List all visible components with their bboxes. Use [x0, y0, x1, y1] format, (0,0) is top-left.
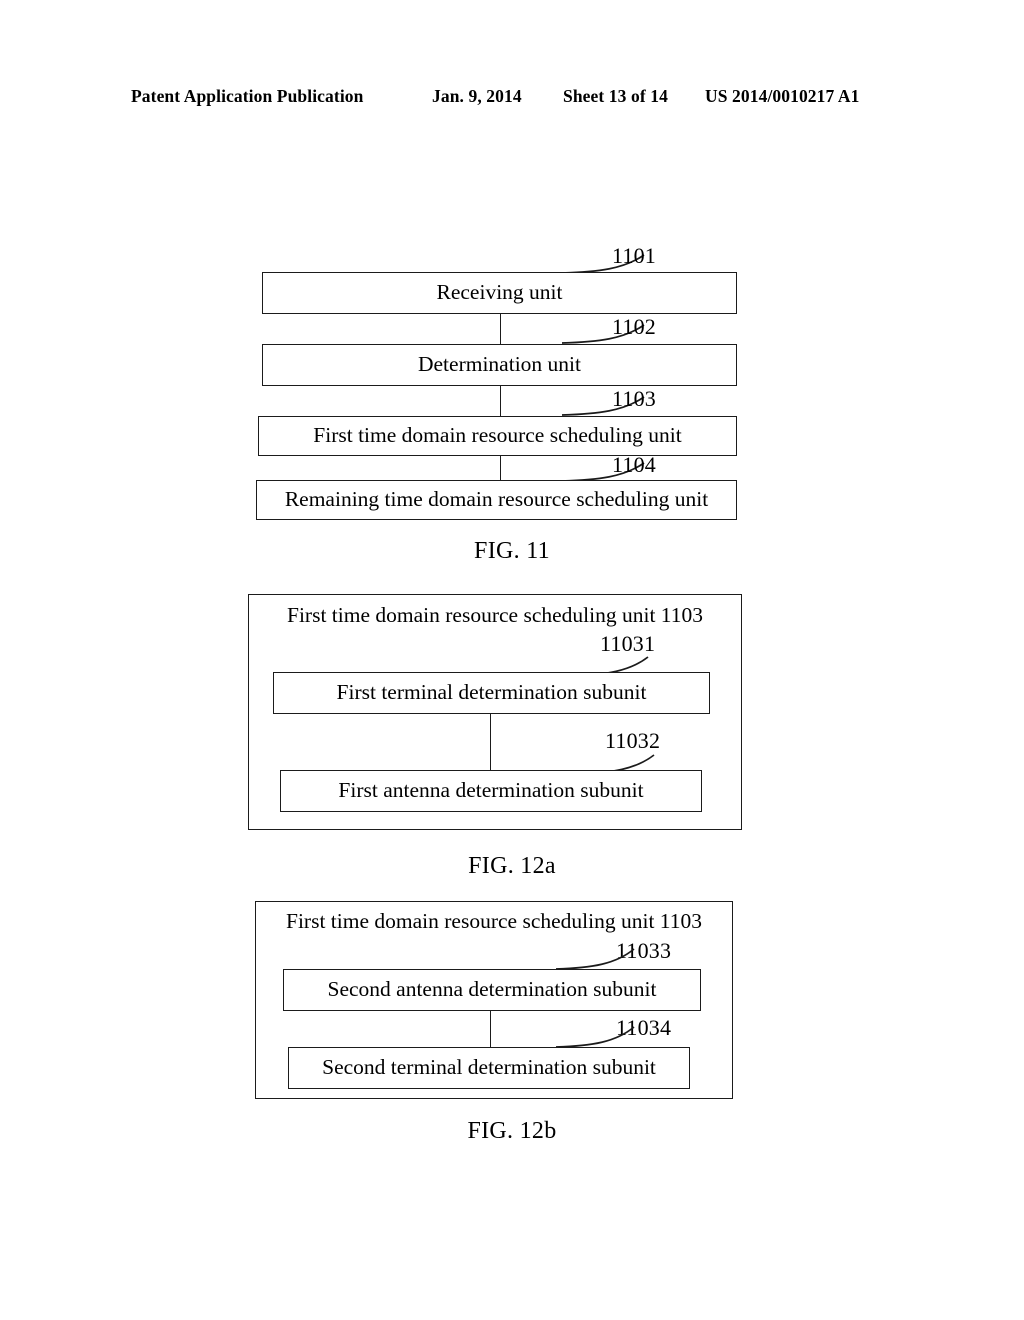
block-first-terminal-determination-subunit: First terminal determination subunit — [273, 672, 710, 714]
connector-1102-1103 — [500, 386, 501, 416]
figure-caption-12b: FIG. 12b — [467, 1118, 557, 1144]
connector-11031-11032 — [490, 714, 491, 770]
connector-11033-11034 — [490, 1011, 491, 1048]
block-label: Second antenna determination subunit — [327, 977, 657, 1002]
connector-1101-1102 — [500, 314, 501, 344]
block-first-time-domain-resource-scheduling-unit: First time domain resource scheduling un… — [258, 416, 737, 456]
figure-12b: First time domain resource scheduling un… — [0, 0, 1024, 1144]
block-second-terminal-determination-subunit: Second terminal determination subunit — [288, 1047, 690, 1089]
ref-number-11031: 11031 — [600, 631, 656, 656]
ref-number-11034: 11034 — [616, 1015, 672, 1040]
ref-number-1103: 1103 — [612, 386, 656, 411]
connector-1103-1104 — [500, 456, 501, 480]
block-label: First antenna determination subunit — [338, 778, 644, 803]
block-label: Remaining time domain resource schedulin… — [284, 487, 709, 512]
container-title: First time domain resource scheduling un… — [287, 603, 703, 627]
block-second-antenna-determination-subunit: Second antenna determination subunit — [283, 969, 701, 1011]
container-title: First time domain resource scheduling un… — [286, 909, 702, 933]
figure-caption-11: FIG. 11 — [474, 538, 550, 564]
block-label: First terminal determination subunit — [336, 680, 647, 705]
block-remaining-time-domain-resource-scheduling-unit: Remaining time domain resource schedulin… — [256, 480, 737, 520]
block-first-antenna-determination-subunit: First antenna determination subunit — [280, 770, 702, 812]
block-label: Second terminal determination subunit — [322, 1055, 656, 1080]
ref-number-11032: 11032 — [605, 728, 661, 753]
block-determination-unit: Determination unit — [262, 344, 737, 386]
ref-number-1102: 1102 — [612, 314, 656, 339]
figure-caption-12a: FIG. 12a — [468, 853, 556, 879]
block-label: First time domain resource scheduling un… — [313, 423, 682, 448]
ref-number-1104: 1104 — [612, 452, 656, 477]
block-label: Determination unit — [417, 352, 581, 377]
ref-number-11033: 11033 — [616, 938, 672, 963]
